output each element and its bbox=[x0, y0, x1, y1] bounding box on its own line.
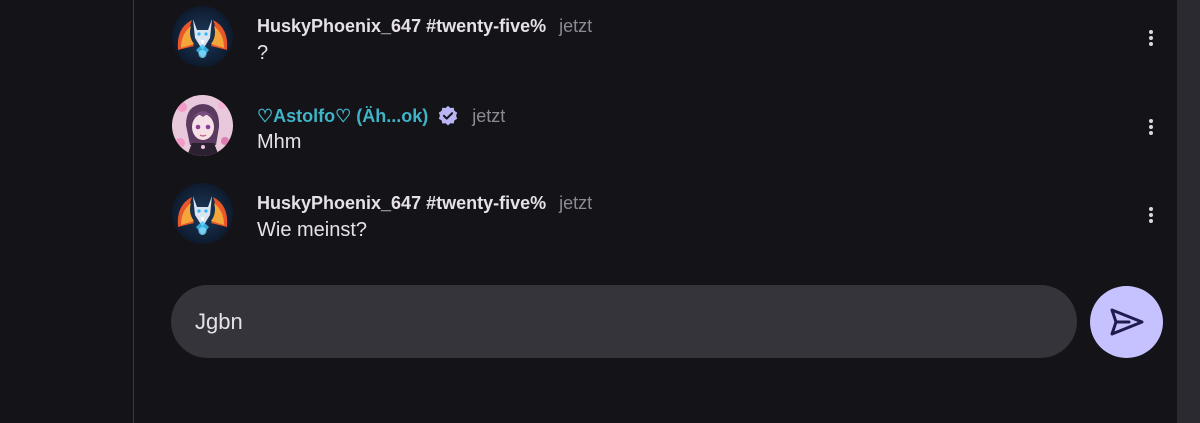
message-text: Wie meinst? bbox=[257, 219, 368, 241]
message-header: HuskyPhoenix_647 #twenty-five% jetzt bbox=[257, 193, 592, 214]
message-input[interactable] bbox=[195, 285, 1055, 358]
message-header: HuskyPhoenix_647 #twenty-five% jetzt bbox=[257, 16, 592, 37]
author-name[interactable]: HuskyPhoenix_647 #twenty-five% bbox=[257, 16, 546, 37]
message-item: ♡Astolfo♡ (Äh...ok) jetzt Mhm bbox=[172, 95, 1172, 157]
scrollbar[interactable] bbox=[1177, 0, 1200, 423]
astolfo-avatar[interactable] bbox=[172, 95, 233, 156]
husky-phoenix-avatar[interactable] bbox=[172, 6, 233, 67]
more-vert-icon[interactable] bbox=[1142, 116, 1160, 138]
message-text: ? bbox=[257, 42, 269, 64]
chat-view: HuskyPhoenix_647 #twenty-five% jetzt ? ♡… bbox=[0, 0, 1200, 423]
timestamp: jetzt bbox=[559, 16, 593, 36]
more-vert-icon[interactable] bbox=[1142, 27, 1160, 49]
message-composer bbox=[171, 285, 1077, 358]
message-text: Mhm bbox=[257, 131, 302, 153]
verified-badge-icon bbox=[437, 105, 459, 127]
message-item: HuskyPhoenix_647 #twenty-five% jetzt Wie… bbox=[172, 183, 1172, 245]
timestamp: jetzt bbox=[559, 193, 593, 213]
message-header: ♡Astolfo♡ (Äh...ok) jetzt bbox=[257, 105, 505, 127]
more-vert-icon[interactable] bbox=[1142, 204, 1160, 226]
husky-phoenix-avatar[interactable] bbox=[172, 183, 233, 244]
send-button[interactable] bbox=[1090, 286, 1163, 358]
send-icon bbox=[1110, 308, 1143, 336]
timestamp: jetzt bbox=[472, 105, 506, 126]
author-name[interactable]: ♡Astolfo♡ (Äh...ok) bbox=[257, 106, 428, 127]
message-item: HuskyPhoenix_647 #twenty-five% jetzt ? bbox=[172, 6, 1172, 68]
sidebar-divider bbox=[133, 0, 134, 423]
author-name[interactable]: HuskyPhoenix_647 #twenty-five% bbox=[257, 193, 546, 214]
